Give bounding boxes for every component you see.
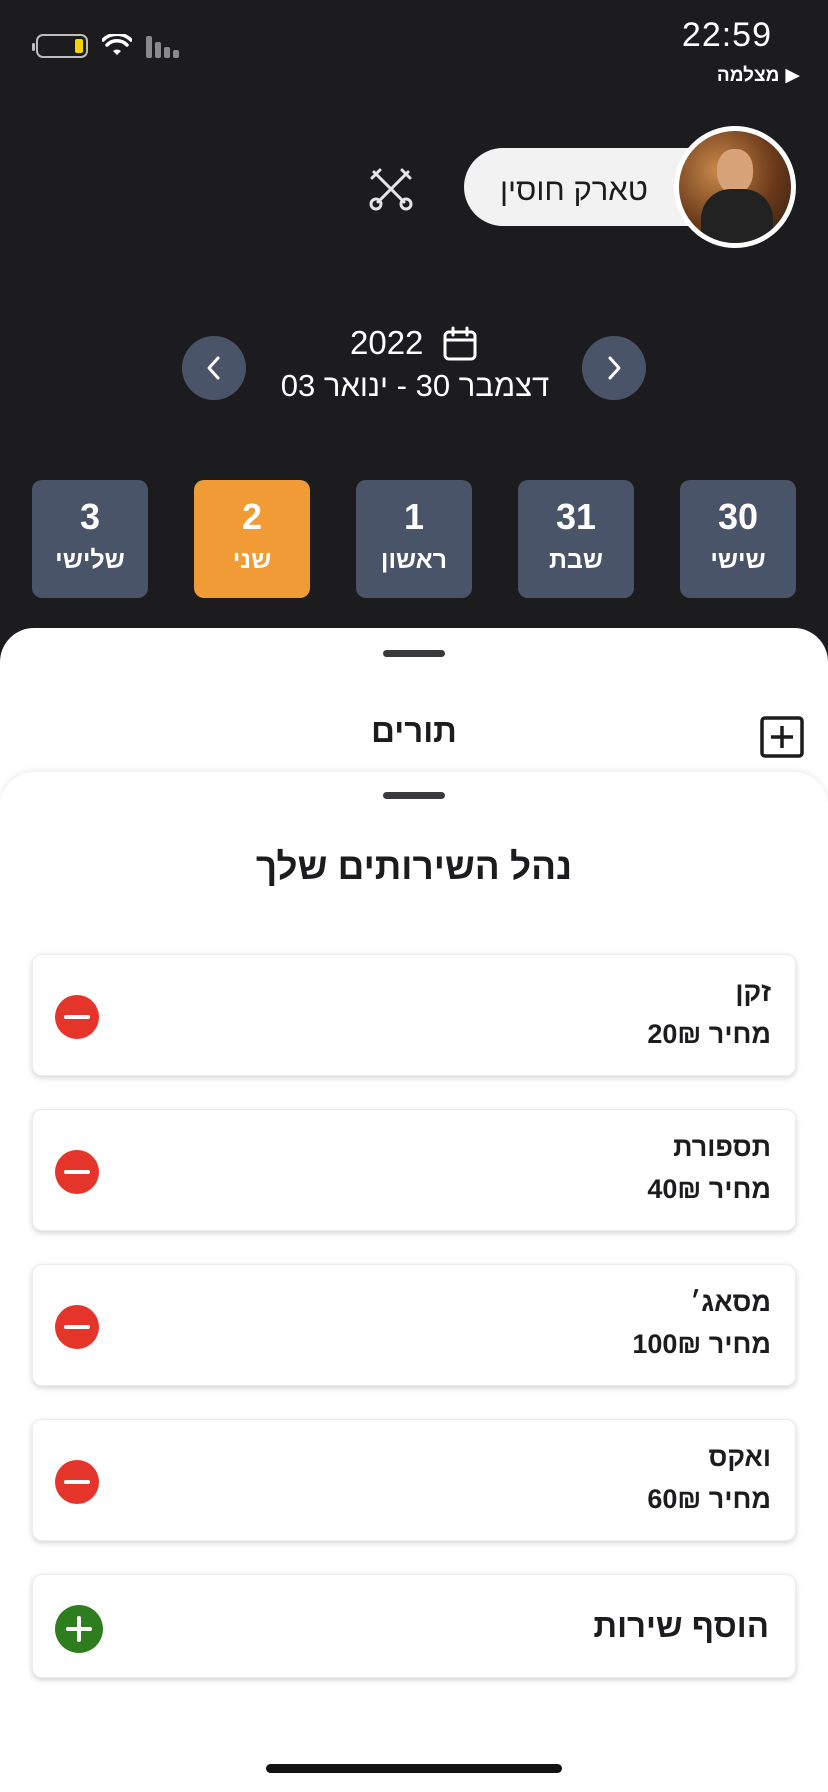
service-name: תספורת	[673, 1132, 771, 1162]
services-title: נהל השירותים שלך	[255, 846, 573, 887]
remove-service-button[interactable]	[55, 1460, 99, 1504]
day-number: 3	[79, 496, 101, 537]
back-to-app-link[interactable]: ▶ מצלמה	[717, 64, 800, 87]
status-icons	[32, 34, 179, 58]
service-price: מחיר 20₪	[647, 1019, 771, 1049]
day-number: 31	[555, 496, 597, 537]
day-tile[interactable]: 1 ראשון	[356, 480, 472, 598]
day-number: 1	[403, 496, 425, 537]
date-range-label: דצמבר 30 - ינואר 03	[280, 368, 550, 403]
day-tile[interactable]: 31 שבת	[518, 480, 634, 598]
battery-icon	[32, 34, 88, 58]
day-number: 2	[241, 496, 263, 537]
service-card: זקן מחיר 20₪	[32, 954, 796, 1076]
day-name: ראשון	[380, 546, 448, 574]
day-name: שלישי	[55, 546, 125, 574]
wifi-icon	[102, 34, 132, 55]
service-card: ואקס מחיר 60₪	[32, 1419, 796, 1541]
sheet-title: תורים	[371, 712, 457, 749]
status-time: 22:59	[681, 16, 772, 54]
back-app-label: מצלמה	[716, 64, 780, 86]
scissors-swords-icon[interactable]	[366, 164, 416, 214]
remove-service-button[interactable]	[55, 1305, 99, 1349]
add-service-button[interactable]	[55, 1605, 103, 1653]
remove-service-button[interactable]	[55, 1150, 99, 1194]
service-price: מחיר 40₪	[647, 1174, 771, 1204]
chevron-right-icon	[608, 356, 621, 380]
next-week-button[interactable]	[582, 336, 646, 400]
day-name: שבת	[548, 546, 604, 574]
chevron-left-icon	[207, 356, 220, 380]
sheet-drag-handle[interactable]	[383, 650, 445, 657]
service-card: מסאג׳ מחיר 100₪	[32, 1264, 796, 1386]
service-price: מחיר 60₪	[647, 1484, 771, 1514]
avatar[interactable]	[674, 126, 796, 248]
profile-name: טארק חוסין	[499, 172, 648, 207]
prev-week-button[interactable]	[182, 336, 246, 400]
year-label: 2022	[350, 324, 424, 361]
day-number: 30	[717, 496, 759, 537]
remove-service-button[interactable]	[55, 995, 99, 1039]
home-indicator	[266, 1764, 562, 1773]
service-name: ואקס	[708, 1442, 771, 1472]
day-name: שני	[232, 546, 272, 574]
service-name: זקן	[735, 977, 771, 1007]
add-appointment-icon[interactable]	[760, 716, 804, 758]
play-icon: ▶	[785, 65, 800, 86]
signal-icon	[146, 34, 179, 58]
services-sheet-handle[interactable]	[383, 792, 445, 799]
day-tile[interactable]: 3 שלישי	[32, 480, 148, 598]
service-price: מחיר 100₪	[632, 1329, 771, 1359]
day-tile[interactable]: 30 שישי	[680, 480, 796, 598]
day-tile-selected[interactable]: 2 שני	[194, 480, 310, 598]
add-service-card[interactable]: הוסף שירות	[32, 1574, 796, 1678]
service-name: מסאג׳	[690, 1287, 771, 1317]
day-name: שישי	[710, 546, 766, 574]
calendar-icon[interactable]	[442, 326, 478, 362]
service-card: תספורת מחיר 40₪	[32, 1109, 796, 1231]
add-service-label: הוסף שירות	[593, 1607, 769, 1644]
